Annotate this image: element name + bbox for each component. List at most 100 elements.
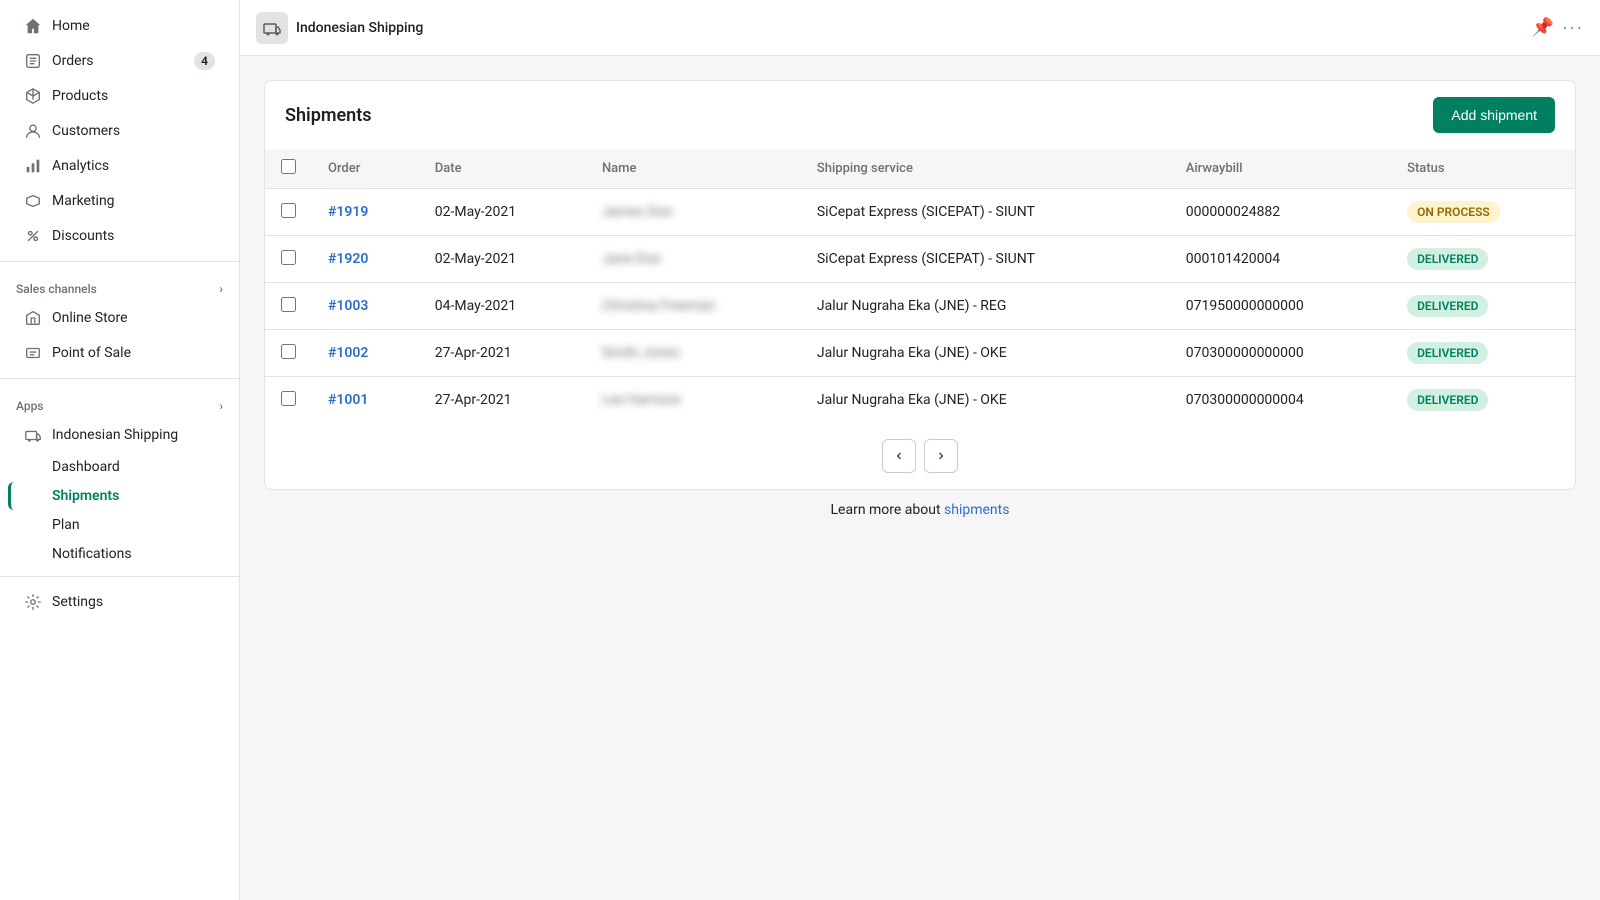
topbar-title: Indonesian Shipping xyxy=(296,20,1524,36)
date-cell: 04-May-2021 xyxy=(419,283,586,330)
table-row: #1920 02-May-2021Jane DoeSiCepat Express … xyxy=(265,236,1575,283)
name-col-header: Name xyxy=(586,149,801,189)
sidebar-nav: Home Orders 4 Products Customers xyxy=(0,0,239,628)
sidebar-item-discounts[interactable]: Discounts xyxy=(8,219,231,253)
sidebar-item-settings[interactable]: Settings xyxy=(8,585,231,619)
sidebar-item-orders[interactable]: Orders 4 xyxy=(8,44,231,78)
name-cell: James Doe xyxy=(586,189,801,236)
table-row: #1919 02-May-2021James DoeSiCepat Express… xyxy=(265,189,1575,236)
status-badge: ON PROCESS xyxy=(1407,201,1500,223)
row-checkbox-3[interactable] xyxy=(281,344,296,359)
airwaybill-cell: 071950000000000 xyxy=(1170,283,1391,330)
status-cell: DELIVERED xyxy=(1391,377,1575,424)
orders-icon xyxy=(24,52,42,70)
apps-chevron: › xyxy=(219,399,223,413)
orders-badge: 4 xyxy=(194,52,215,70)
order-cell: #1920 xyxy=(312,236,419,283)
sidebar-item-plan[interactable]: Plan xyxy=(8,511,231,539)
status-cell: DELIVERED xyxy=(1391,236,1575,283)
airwaybill-cell: 070300000000000 xyxy=(1170,330,1391,377)
row-checkbox-col xyxy=(265,283,312,330)
row-checkbox-col xyxy=(265,236,312,283)
sidebar-item-home[interactable]: Home xyxy=(8,9,231,43)
order-cell: #1001 xyxy=(312,377,419,424)
name-cell: Smith Jones xyxy=(586,330,801,377)
sidebar-item-marketing[interactable]: Marketing xyxy=(8,184,231,218)
products-icon xyxy=(24,87,42,105)
table-row: #1002 27-Apr-2021Smith JonesJalur Nugraha… xyxy=(265,330,1575,377)
order-cell: #1003 xyxy=(312,283,419,330)
select-all-checkbox[interactable] xyxy=(281,159,296,174)
settings-icon xyxy=(24,593,42,611)
shipping-service-cell: Jalur Nugraha Eka (JNE) - OKE xyxy=(801,330,1170,377)
order-cell: #1002 xyxy=(312,330,419,377)
add-shipment-button[interactable]: Add shipment xyxy=(1433,97,1555,133)
more-options-icon[interactable]: ··· xyxy=(1562,16,1584,40)
date-cell: 27-Apr-2021 xyxy=(419,330,586,377)
date-cell: 02-May-2021 xyxy=(419,189,586,236)
row-checkbox-col xyxy=(265,189,312,236)
main-content: Indonesian Shipping 📌 ··· Shipments Add … xyxy=(240,0,1600,900)
next-page-button[interactable]: › xyxy=(924,439,958,473)
date-cell: 27-Apr-2021 xyxy=(419,377,586,424)
sidebar-divider-1 xyxy=(0,261,239,262)
order-link[interactable]: #1920 xyxy=(328,251,368,267)
table-row: #100304-May-2021Christina FreemanJalur N… xyxy=(265,283,1575,330)
sidebar-divider-3 xyxy=(0,576,239,577)
status-col-header: Status xyxy=(1391,149,1575,189)
name-cell: Jane Doe xyxy=(586,236,801,283)
order-col-header: Order xyxy=(312,149,419,189)
row-checkbox-col xyxy=(265,377,312,424)
topbar: Indonesian Shipping 📌 ··· xyxy=(240,0,1600,56)
status-badge: DELIVERED xyxy=(1407,342,1488,364)
table-row: #1001 27-Apr-2021Lee HarrisonJalur Nugrah… xyxy=(265,377,1575,424)
status-cell: DELIVERED xyxy=(1391,283,1575,330)
order-link[interactable]: #1003 xyxy=(328,298,368,314)
topbar-actions: 📌 ··· xyxy=(1532,16,1584,40)
order-link[interactable]: #1919 xyxy=(328,204,368,220)
apps-header[interactable]: Apps › xyxy=(0,387,239,417)
sidebar-item-pos[interactable]: Point of Sale xyxy=(8,336,231,370)
pos-icon xyxy=(24,344,42,362)
sidebar-item-online-store[interactable]: Online Store xyxy=(8,301,231,335)
date-cell: 02-May-2021 xyxy=(419,236,586,283)
status-badge: DELIVERED xyxy=(1407,248,1488,270)
row-checkbox-0[interactable] xyxy=(281,203,296,218)
shipments-link[interactable]: shipments xyxy=(944,502,1009,518)
row-checkbox-1[interactable] xyxy=(281,250,296,265)
name-cell: Lee Harrison xyxy=(586,377,801,424)
sales-channels-header[interactable]: Sales channels › xyxy=(0,270,239,300)
airwaybill-cell: 070300000000004 xyxy=(1170,377,1391,424)
page-content: Shipments Add shipment Order Date Name S… xyxy=(240,56,1600,900)
order-link[interactable]: #1002 xyxy=(328,345,368,361)
shipments-card: Shipments Add shipment Order Date Name S… xyxy=(264,80,1576,490)
discounts-icon xyxy=(24,227,42,245)
app-icon xyxy=(256,12,288,44)
sidebar-item-shipments[interactable]: Shipments xyxy=(8,482,231,510)
pagination: ‹ › xyxy=(265,423,1575,489)
shipping-service-cell: SiCepat Express (SICEPAT) - SIUNT xyxy=(801,236,1170,283)
sidebar-item-products[interactable]: Products xyxy=(8,79,231,113)
online-store-icon xyxy=(24,309,42,327)
name-cell: Christina Freeman xyxy=(586,283,801,330)
sidebar-item-dashboard[interactable]: Dashboard xyxy=(8,453,231,481)
card-header: Shipments Add shipment xyxy=(265,81,1575,149)
prev-page-button[interactable]: ‹ xyxy=(882,439,916,473)
shipments-table: Order Date Name Shipping service Airwayb… xyxy=(265,149,1575,423)
shipping-service-cell: SiCepat Express (SICEPAT) - SIUNT xyxy=(801,189,1170,236)
shipping-service-cell: Jalur Nugraha Eka (JNE) - OKE xyxy=(801,377,1170,424)
pin-icon[interactable]: 📌 xyxy=(1532,17,1554,38)
order-link[interactable]: #1001 xyxy=(328,392,368,408)
shipping-service-col-header: Shipping service xyxy=(801,149,1170,189)
sidebar-item-customers[interactable]: Customers xyxy=(8,114,231,148)
sidebar-item-analytics[interactable]: Analytics xyxy=(8,149,231,183)
home-icon xyxy=(24,17,42,35)
row-checkbox-2[interactable] xyxy=(281,297,296,312)
sidebar-item-indonesian-shipping[interactable]: Indonesian Shipping xyxy=(8,418,231,452)
learn-more: Learn more about shipments xyxy=(264,490,1576,530)
date-col-header: Date xyxy=(419,149,586,189)
status-badge: DELIVERED xyxy=(1407,295,1488,317)
row-checkbox-4[interactable] xyxy=(281,391,296,406)
sidebar-item-notifications[interactable]: Notifications xyxy=(8,540,231,568)
status-badge: DELIVERED xyxy=(1407,389,1488,411)
